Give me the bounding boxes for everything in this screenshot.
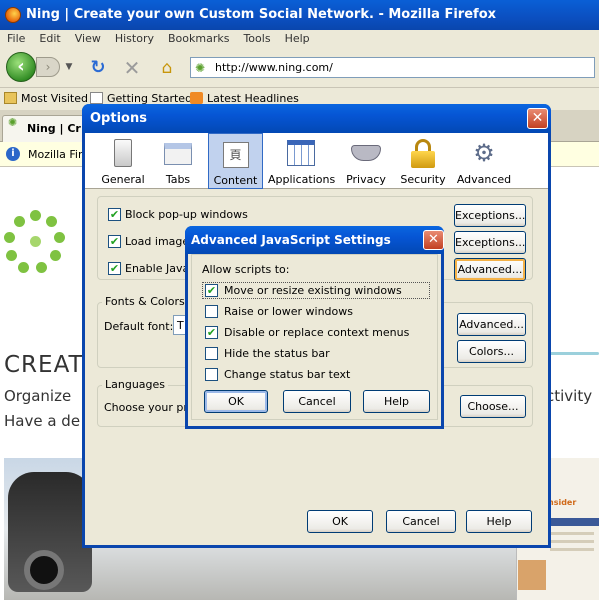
history-dropdown-icon[interactable]: ▼ [62, 60, 76, 74]
advanced-javascript-dialog: Advanced JavaScript Settings ✕ Allow scr… [185, 226, 444, 429]
hero-line-1-end: ctivity [546, 387, 593, 405]
menu-edit[interactable]: Edit [32, 30, 67, 48]
tab-favicon-icon: ✺ [8, 116, 18, 129]
tabs-icon [163, 137, 193, 169]
padlock-icon [408, 137, 438, 169]
options-title: Options [90, 111, 147, 126]
hide-status-bar-label: Hide the status bar [224, 347, 330, 360]
car-wheel [24, 550, 64, 590]
colors-button[interactable]: Colors... [457, 340, 526, 363]
advanced-js-title: Advanced JavaScript Settings [191, 233, 391, 247]
advanced-js-help-button[interactable]: Help [363, 390, 430, 413]
languages-heading: Languages [102, 378, 169, 391]
menu-bar: File Edit View History Bookmarks Tools Help [0, 30, 599, 48]
ning-logo [0, 210, 80, 290]
options-ok-button[interactable]: OK [307, 510, 373, 533]
window-title-bar: Ning | Create your own Custom Social Net… [0, 0, 599, 30]
page-icon [90, 92, 103, 104]
hero-line-1: Organize [4, 387, 72, 405]
thumbnail-line [550, 548, 594, 551]
load-images-checkbox[interactable]: ✔ [108, 235, 121, 248]
stop-icon[interactable]: ✕ [122, 58, 142, 78]
pane-applications[interactable]: Applications [268, 133, 335, 189]
raise-lower-checkbox[interactable] [205, 305, 218, 318]
options-close-button[interactable]: ✕ [527, 108, 548, 129]
block-popups-label: Block pop-up windows [125, 208, 248, 221]
options-cancel-button[interactable]: Cancel [386, 510, 456, 533]
context-menus-label: Disable or replace context menus [224, 326, 410, 339]
raise-lower-label: Raise or lower windows [224, 305, 353, 318]
languages-choose-button[interactable]: Choose... [460, 395, 526, 418]
switch-icon [108, 137, 138, 169]
page-divider [548, 352, 599, 355]
thumbnail-nav-bar [550, 518, 599, 526]
move-resize-label: Move or resize existing windows [224, 284, 402, 297]
menu-history[interactable]: History [108, 30, 161, 48]
menu-file[interactable]: File [0, 30, 32, 48]
fonts-colors-heading: Fonts & Colors [102, 295, 188, 308]
pane-tabs[interactable]: Tabs [156, 133, 200, 189]
info-bar-text: Mozilla Fire [28, 148, 90, 161]
status-bar-text-checkbox[interactable] [205, 368, 218, 381]
pane-content[interactable]: 頁 Content [208, 133, 263, 189]
options-pane-toolbar: General Tabs 頁 Content Applications Priv… [85, 133, 548, 189]
gear-icon: ⚙ [473, 139, 495, 167]
hero-heading: CREAT [4, 352, 84, 378]
move-resize-checkbox[interactable]: ✔ [205, 284, 218, 297]
pane-security[interactable]: Security [397, 133, 449, 189]
javascript-advanced-button[interactable]: Advanced... [454, 258, 526, 281]
default-font-label: Default font: [104, 320, 174, 333]
enable-javascript-label: Enable Java [125, 262, 190, 275]
status-bar-text-label: Change status bar text [224, 368, 351, 381]
thumbnail-line [550, 532, 594, 535]
firefox-logo-icon [5, 7, 21, 23]
window-title: Ning | Create your own Custom Social Net… [26, 7, 497, 22]
hero-line-2: Have a de [4, 412, 81, 430]
advanced-js-title-bar: Advanced JavaScript Settings [185, 226, 444, 254]
options-help-button[interactable]: Help [466, 510, 532, 533]
popup-exceptions-button[interactable]: Exceptions... [454, 204, 526, 227]
menu-tools[interactable]: Tools [236, 30, 277, 48]
enable-javascript-checkbox[interactable]: ✔ [108, 262, 121, 275]
mask-icon [351, 137, 381, 169]
info-icon: i [6, 147, 20, 161]
options-title-bar: Options [82, 104, 551, 133]
back-button[interactable]: ‹ [6, 52, 36, 82]
forward-button[interactable]: › [36, 57, 60, 77]
hide-status-bar-checkbox[interactable] [205, 347, 218, 360]
thumbnail-title: nsider [548, 498, 577, 507]
block-popups-checkbox[interactable]: ✔ [108, 208, 121, 221]
pane-general[interactable]: General [100, 133, 146, 189]
menu-bookmarks[interactable]: Bookmarks [161, 30, 236, 48]
allow-scripts-label: Allow scripts to: [202, 263, 290, 276]
menu-help[interactable]: Help [278, 30, 317, 48]
bookmark-most-visited[interactable]: Most Visited [4, 92, 88, 105]
reload-icon[interactable]: ↻ [88, 58, 108, 78]
thumbnail-line [550, 540, 594, 543]
navigation-toolbar: ‹ › ▼ ↻ ✕ ⌂ ✺ http://www.ning.com/ [0, 48, 599, 88]
pane-advanced[interactable]: ⚙ Advanced [456, 133, 512, 189]
content-icon: 頁 [221, 138, 251, 170]
images-exceptions-button[interactable]: Exceptions... [454, 231, 526, 254]
url-text[interactable]: http://www.ning.com/ [215, 58, 333, 77]
advanced-js-close-button[interactable]: ✕ [423, 230, 444, 250]
languages-text: Choose your pre [104, 401, 195, 414]
rss-icon [190, 92, 203, 104]
folder-icon [4, 92, 17, 104]
pane-privacy[interactable]: Privacy [341, 133, 391, 189]
menu-view[interactable]: View [68, 30, 108, 48]
home-icon[interactable]: ⌂ [156, 58, 178, 78]
context-menus-checkbox[interactable]: ✔ [205, 326, 218, 339]
url-bar[interactable]: ✺ http://www.ning.com/ [190, 57, 595, 78]
applications-icon [286, 137, 316, 169]
advanced-js-cancel-button[interactable]: Cancel [283, 390, 351, 413]
advanced-js-ok-button[interactable]: OK [204, 390, 268, 413]
thumbnail-image [518, 560, 546, 590]
site-favicon-icon: ✺ [195, 61, 206, 75]
fonts-advanced-button[interactable]: Advanced... [457, 313, 526, 336]
